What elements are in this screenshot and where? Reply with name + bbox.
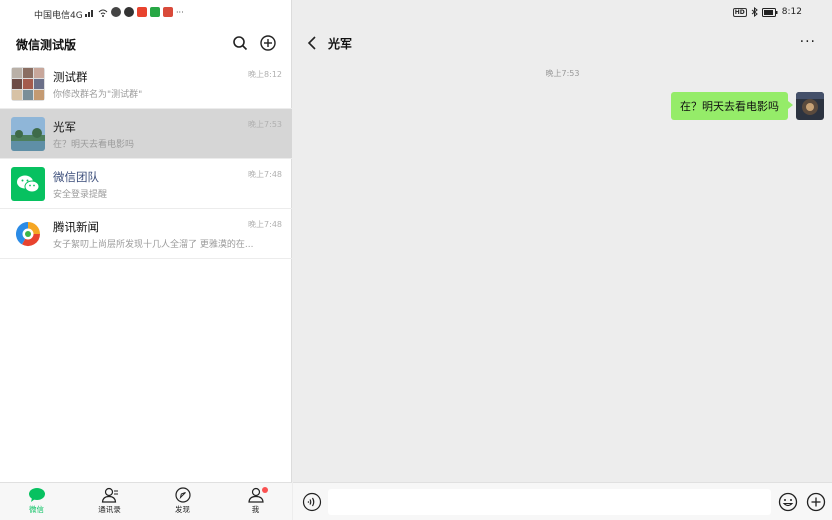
group-avatar <box>11 67 45 101</box>
emoji-icon[interactable] <box>778 492 798 512</box>
app-notification-icon <box>163 7 173 17</box>
chat-time: 晚上7:53 <box>248 120 282 129</box>
add-circle-icon[interactable] <box>259 34 277 52</box>
status-bar-right: HD 8:12 <box>732 7 802 17</box>
chat-preview: 你修改群名为"测试群" <box>53 90 143 100</box>
app-title: 微信测试版 <box>16 38 77 52</box>
tab-contacts[interactable]: 通讯录 <box>73 483 146 520</box>
tab-chats[interactable]: 微信 <box>0 483 73 520</box>
chat-name: 腾讯新闻 <box>53 220 99 234</box>
chat-preview: 女子絮叨上尚层所发现十几人全溜了 更雅漠的在... <box>53 240 254 250</box>
landscape-avatar <box>11 117 45 151</box>
compass-icon <box>174 487 191 503</box>
chat-time: 晚上7:48 <box>248 170 282 179</box>
message-input-bar <box>293 482 832 520</box>
left-header: 微信测试版 <box>0 26 292 60</box>
chat-notification-icon <box>124 7 134 17</box>
tab-me[interactable]: 我 <box>219 483 292 520</box>
tencent-news-avatar <box>11 217 45 251</box>
notification-badge <box>262 487 268 493</box>
app-notification-icon <box>137 7 147 17</box>
conversation-title: 光军 <box>328 37 353 51</box>
voice-icon[interactable] <box>302 492 322 512</box>
more-options-button[interactable]: ··· <box>800 34 816 50</box>
wifi-icon <box>98 9 108 17</box>
chevron-left-icon[interactable] <box>305 34 321 52</box>
tab-label: 微信 <box>29 505 44 514</box>
conversation-header: 光军 ··· <box>293 26 832 60</box>
tab-label: 发现 <box>175 505 190 514</box>
message-row: 在？明天去看电影吗 <box>671 92 824 120</box>
signal-icon <box>85 9 93 17</box>
chat-row-test-group[interactable]: 测试群 你修改群名为"测试群" 晚上8:12 <box>0 59 292 109</box>
app-notification-icon <box>150 7 160 17</box>
conversation-pane: HD 8:12 光军 ··· 晚上7:53 在？明天去看电影吗 <box>293 0 832 520</box>
chat-time: 晚上8:12 <box>248 70 282 79</box>
chat-row-wechat-team[interactable]: 微信团队 安全登录提醒 晚上7:48 <box>0 159 292 209</box>
chat-preview: 在？明天去看电影吗 <box>53 140 135 150</box>
chat-row-guangjun[interactable]: 光军 在？明天去看电影吗 晚上7:53 <box>0 109 292 159</box>
tab-discover[interactable]: 发现 <box>146 483 219 520</box>
chat-name: 微信团队 <box>53 170 99 184</box>
tab-label: 通讯录 <box>98 505 121 514</box>
chat-list-pane: 中国电信4G ··· 微信测试版 测试群 你修改群名为"测试群" 晚上8:12 … <box>0 0 292 520</box>
chat-name: 测试群 <box>53 70 88 84</box>
chat-time: 晚上7:48 <box>248 220 282 229</box>
plus-circle-icon[interactable] <box>806 492 826 512</box>
tab-label: 我 <box>251 505 260 514</box>
chat-list: 测试群 你修改群名为"测试群" 晚上8:12 光军 在？明天去看电影吗 晚上7:… <box>0 59 292 259</box>
hd-icon: HD <box>732 7 747 17</box>
chat-bubble-icon <box>28 488 45 502</box>
message-bubble[interactable]: 在？明天去看电影吗 <box>671 92 793 120</box>
chat-name: 光军 <box>53 120 76 134</box>
status-time: 8:12 <box>781 7 802 17</box>
bluetooth-icon <box>751 7 758 17</box>
my-avatar[interactable] <box>796 92 824 120</box>
chat-row-tencent-news[interactable]: 腾讯新闻 女子絮叨上尚层所发现十几人全溜了 更雅漠的在... 晚上7:48 <box>0 209 292 259</box>
more-notifications-icon: ··· <box>176 7 184 17</box>
chat-preview: 安全登录提醒 <box>53 190 108 200</box>
message-timestamp: 晚上7:53 <box>545 69 580 78</box>
carrier-label: 中国电信4G <box>34 11 83 21</box>
message-notification-icon <box>111 7 121 17</box>
status-icons: ··· <box>85 7 184 17</box>
contacts-icon <box>101 487 118 503</box>
battery-icon <box>761 7 778 17</box>
status-bar: 中国电信4G ··· <box>0 0 292 26</box>
wechat-logo-avatar <box>11 167 45 201</box>
bottom-tab-bar: 微信 通讯录 发现 我 <box>0 482 292 520</box>
search-icon[interactable] <box>231 34 249 52</box>
message-input[interactable] <box>328 489 771 515</box>
